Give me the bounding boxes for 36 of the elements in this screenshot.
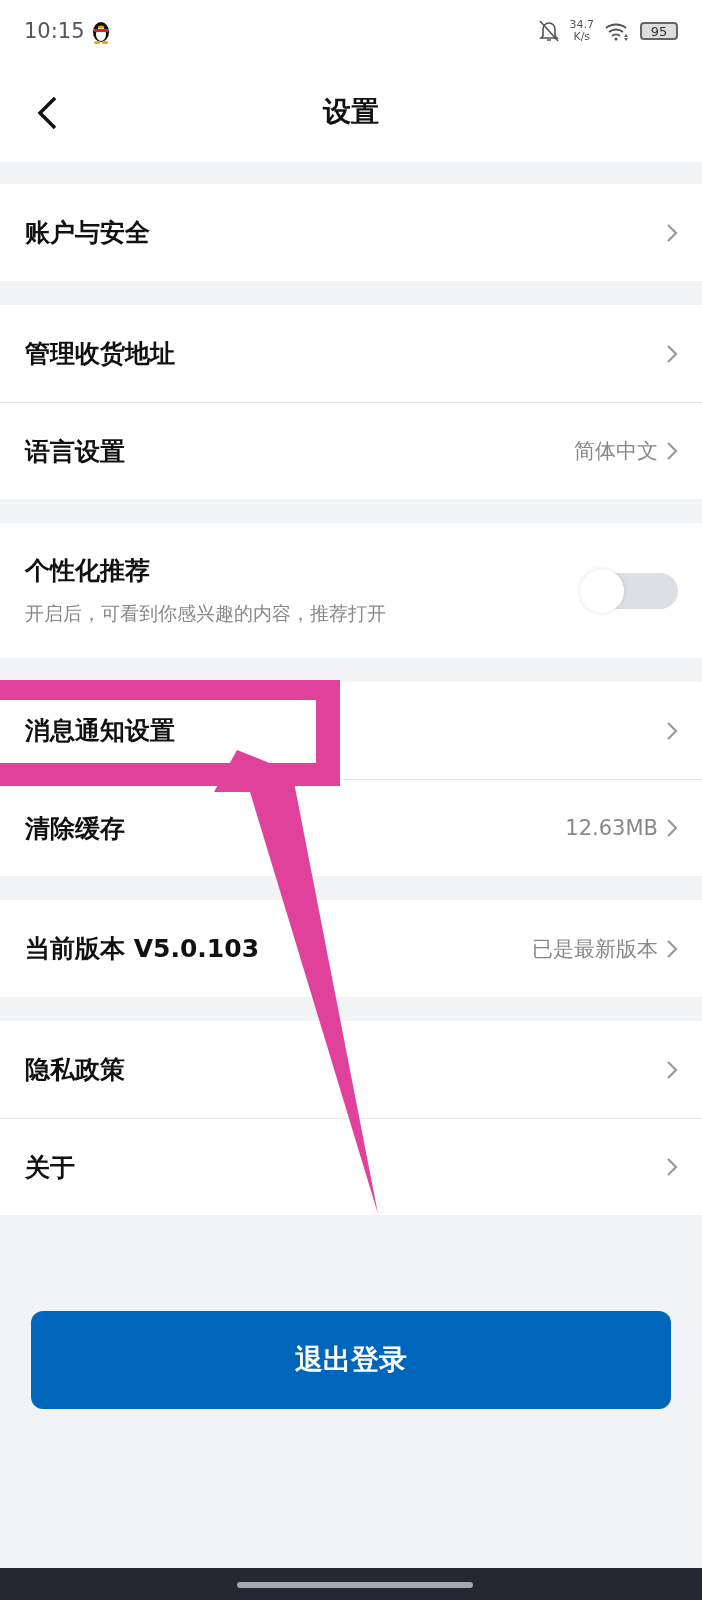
- chevron-icon: [666, 1157, 678, 1177]
- row-label: 语言设置: [25, 435, 125, 468]
- bell-muted-icon: [537, 19, 560, 43]
- row-label: 当前版本 V5.0.103: [25, 933, 260, 965]
- speed-unit: K/s: [573, 31, 591, 44]
- row-description: 开启后，可看到你感兴趣的内容，推荐打开: [25, 601, 386, 626]
- row-label: 隐私政策: [25, 1054, 125, 1086]
- row-value: 12.63MB: [565, 816, 658, 840]
- chevron-icon: [666, 441, 678, 461]
- chevron-icon: [666, 343, 678, 364]
- logout-button[interactable]: 退出登录: [31, 1311, 671, 1409]
- page-title: 设置: [323, 94, 379, 130]
- wifi-icon: [604, 21, 630, 41]
- battery-indicator: 95: [640, 22, 678, 40]
- row-label: 管理收货地址: [25, 338, 175, 370]
- chevron-icon: [666, 222, 678, 243]
- settings-row[interactable]: 管理收货地址: [0, 305, 702, 402]
- home-handle[interactable]: [237, 1582, 473, 1588]
- row-value: 简体中文: [574, 438, 658, 465]
- settings-row[interactable]: 语言设置 简体中文: [0, 402, 702, 499]
- chevron-icon: [666, 938, 678, 959]
- status-time: 10:15: [24, 19, 85, 43]
- row-label: 账户与安全: [25, 217, 150, 249]
- row-value: 已是最新版本: [532, 935, 658, 963]
- row-label: 关于: [25, 1151, 75, 1184]
- chevron-icon: [666, 720, 678, 741]
- row-label: 清除缓存: [25, 812, 125, 845]
- row-label: 个性化推荐: [25, 555, 151, 587]
- row-label: 消息通知设置: [25, 715, 175, 747]
- chevron-icon: [666, 818, 678, 838]
- settings-row[interactable]: 账户与安全: [0, 184, 702, 281]
- back-icon[interactable]: [36, 96, 58, 130]
- settings-row[interactable]: 隐私政策: [0, 1021, 702, 1118]
- chevron-icon: [666, 1059, 678, 1080]
- settings-row[interactable]: 当前版本 V5.0.103 已是最新版本: [0, 900, 702, 997]
- network-speed: 34.7: [569, 18, 594, 31]
